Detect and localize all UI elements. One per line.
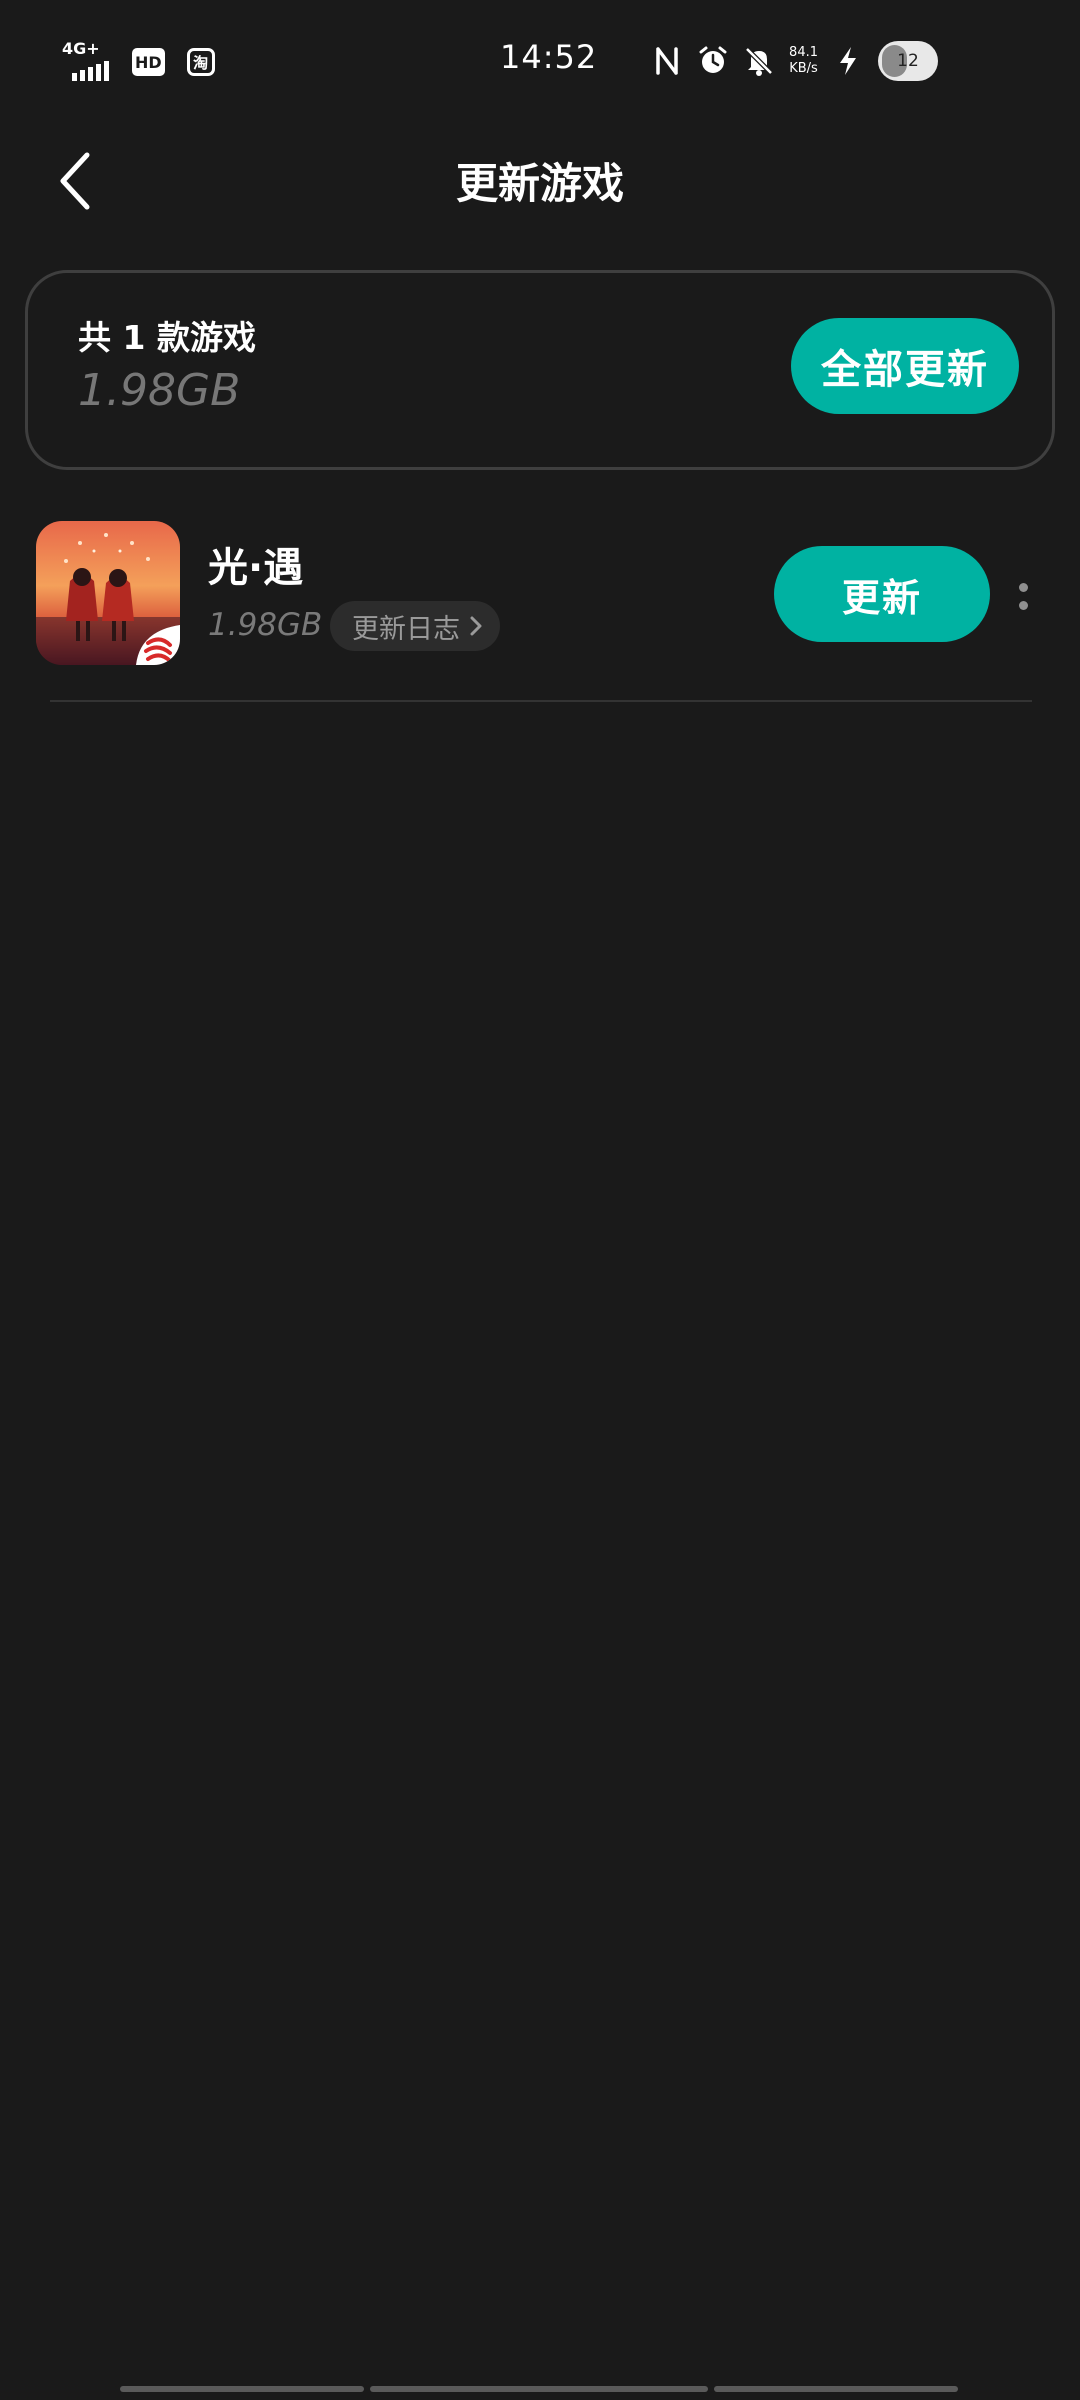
summary-card: 共 1 款游戏 1.98GB 全部更新 <box>25 270 1055 470</box>
status-bar-right: 84.1 KB/s 12 <box>651 36 938 86</box>
gesture-bar <box>120 2386 960 2394</box>
update-all-button[interactable]: 全部更新 <box>791 318 1019 414</box>
hd-icon: HD <box>132 48 165 76</box>
list-item[interactable]: 光·遇 1.98GB 更新日志 更新 <box>0 505 1080 700</box>
charging-icon <box>832 45 864 77</box>
update-button[interactable]: 更新 <box>774 546 990 642</box>
signal-icon: 4G+ <box>62 39 110 81</box>
divider <box>50 700 1032 702</box>
chevron-right-icon <box>470 616 482 636</box>
net-speed: 84.1 KB/s <box>789 45 818 77</box>
nfc-icon <box>651 45 683 77</box>
header: 更新游戏 <box>0 120 1080 240</box>
alarm-icon <box>697 45 729 77</box>
more-options-icon[interactable] <box>1010 573 1036 619</box>
battery-icon: 12 <box>878 41 938 81</box>
changelog-label: 更新日志 <box>352 613 460 645</box>
page-title: 更新游戏 <box>455 159 624 208</box>
changelog-button[interactable]: 更新日志 <box>330 601 500 651</box>
app-screen: 4G+ HD 淘 14:52 84.1 KB/s 12 更新游戏 共 1 款游戏… <box>0 0 1080 2400</box>
mute-icon <box>743 45 775 77</box>
status-bar: 4G+ HD 淘 14:52 84.1 KB/s 12 <box>0 0 1080 120</box>
battery-level: 12 <box>897 51 919 71</box>
status-time: 14:52 <box>500 38 598 76</box>
game-count: 共 1 款游戏 <box>78 318 256 357</box>
taobao-icon: 淘 <box>186 48 215 76</box>
status-bar-left: 4G+ HD 淘 <box>62 39 215 84</box>
network-type: 4G+ <box>62 39 100 58</box>
game-size: 1.98GB <box>208 607 323 643</box>
total-size: 1.98GB <box>78 365 241 416</box>
game-app-icon[interactable] <box>36 521 180 665</box>
game-name: 光·遇 <box>208 545 304 591</box>
net-speed-unit: KB/s <box>789 61 818 76</box>
net-speed-value: 84.1 <box>789 45 818 60</box>
